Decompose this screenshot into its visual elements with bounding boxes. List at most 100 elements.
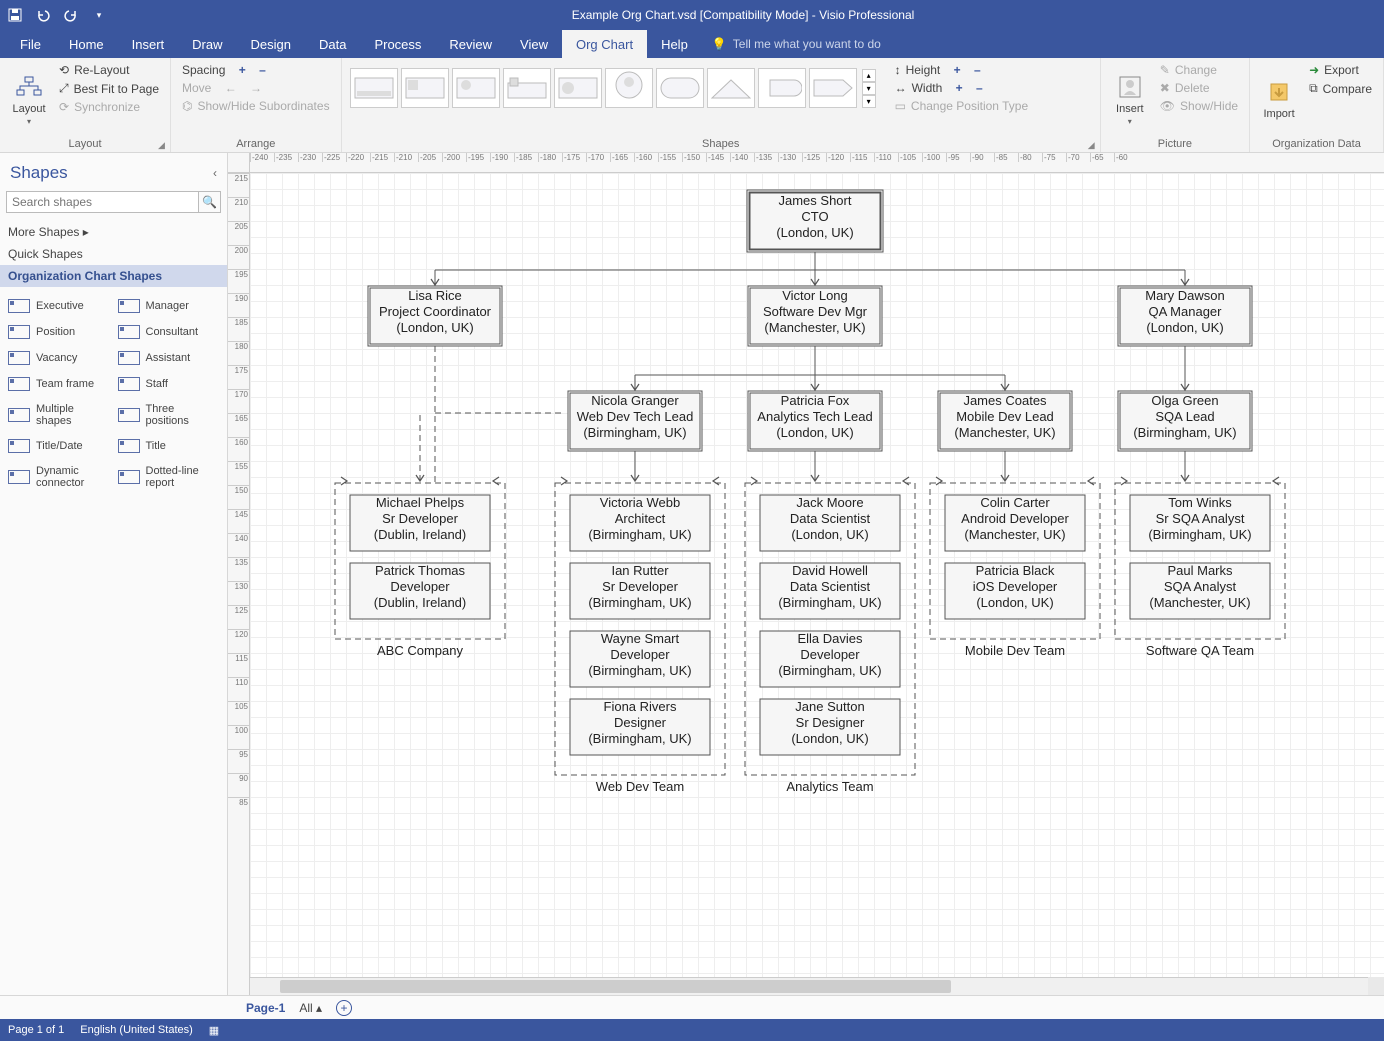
search-input[interactable] <box>6 191 199 213</box>
tab-process[interactable]: Process <box>360 30 435 58</box>
stencil-team-frame[interactable]: Team frame <box>4 371 114 397</box>
shape-style-8[interactable] <box>707 68 755 108</box>
tell-me-search[interactable]: 💡Tell me what you want to do <box>712 30 881 58</box>
width-button[interactable]: ↔Width + – <box>892 80 1032 96</box>
page-tab-1[interactable]: Page-1 <box>246 1001 285 1015</box>
shape-style-5[interactable] <box>554 68 602 108</box>
stencil-title-date[interactable]: Title/Date <box>4 433 114 459</box>
redo-icon[interactable] <box>62 6 80 24</box>
tab-review[interactable]: Review <box>435 30 506 58</box>
shape-style-9[interactable] <box>758 68 806 108</box>
org-node[interactable]: Tom WinksSr SQA Analyst(Birmingham, UK) <box>1130 495 1270 551</box>
org-node[interactable]: Jack MooreData Scientist(London, UK) <box>760 495 900 551</box>
shape-style-1[interactable] <box>350 68 398 108</box>
stencil-dynamic-connector[interactable]: Dynamic connector <box>4 459 114 495</box>
org-node[interactable]: Fiona RiversDesigner(Birmingham, UK) <box>570 699 710 755</box>
stencil-staff[interactable]: Staff <box>114 371 224 397</box>
org-node[interactable]: James CoatesMobile Dev Lead(Manchester, … <box>938 391 1072 451</box>
stencil-multiple-shapes[interactable]: Multiple shapes <box>4 397 114 433</box>
more-shapes-button[interactable]: More Shapes ▸ <box>0 221 227 243</box>
org-node[interactable]: Ella DaviesDeveloper(Birmingham, UK) <box>760 631 900 687</box>
org-node[interactable]: Mary DawsonQA Manager(London, UK) <box>1118 286 1252 346</box>
org-node[interactable]: Victoria WebbArchitect(Birmingham, UK) <box>570 495 710 551</box>
plus-icon[interactable]: + <box>239 63 246 77</box>
search-icon[interactable]: 🔍 <box>199 191 221 213</box>
qat-more-icon[interactable]: ▾ <box>90 6 108 24</box>
org-node[interactable]: Wayne SmartDeveloper(Birmingham, UK) <box>570 631 710 687</box>
best-fit-button[interactable]: ⤢Best Fit to Page <box>56 80 162 97</box>
height-button[interactable]: ↕Height + – <box>892 62 1032 78</box>
org-node[interactable]: Patricia BlackiOS Developer(London, UK) <box>945 563 1085 619</box>
org-node[interactable]: Michael PhelpsSr Developer(Dublin, Irela… <box>350 495 490 551</box>
org-node[interactable]: Patricia FoxAnalytics Tech Lead(London, … <box>748 391 882 451</box>
gallery-down-icon[interactable]: ▾ <box>862 82 876 95</box>
plus-icon[interactable]: + <box>954 63 961 77</box>
shape-style-2[interactable] <box>401 68 449 108</box>
change-position-button[interactable]: ▭Change Position Type <box>892 98 1032 114</box>
tab-design[interactable]: Design <box>237 30 305 58</box>
move-button[interactable]: Move ← → <box>179 80 333 96</box>
org-node[interactable]: Nicola GrangerWeb Dev Tech Lead(Birmingh… <box>568 391 702 451</box>
tab-home[interactable]: Home <box>55 30 118 58</box>
org-node[interactable]: Victor LongSoftware Dev Mgr(Manchester, … <box>748 286 882 346</box>
org-chart-shapes-button[interactable]: Organization Chart Shapes <box>0 265 227 287</box>
dialog-launcher-icon[interactable]: ◢ <box>158 140 168 150</box>
spacing-button[interactable]: Spacing + – <box>179 62 333 78</box>
insert-picture-button[interactable]: Insert ▾ <box>1109 62 1151 136</box>
stencil-vacancy[interactable]: Vacancy <box>4 345 114 371</box>
minus-icon[interactable]: – <box>974 63 981 77</box>
stencil-manager[interactable]: Manager <box>114 293 224 319</box>
shape-style-10[interactable] <box>809 68 857 108</box>
scrollbar-thumb[interactable] <box>280 980 951 993</box>
collapse-icon[interactable]: ‹ <box>213 166 217 180</box>
layout-button[interactable]: Layout ▾ <box>8 62 50 136</box>
import-button[interactable]: Import <box>1258 62 1300 136</box>
macro-icon[interactable]: ▦ <box>209 1024 219 1037</box>
scrollbar-horizontal[interactable] <box>250 977 1368 995</box>
org-node[interactable]: Colin CarterAndroid Developer(Manchester… <box>945 495 1085 551</box>
export-button[interactable]: ➜Export <box>1306 62 1375 78</box>
quick-shapes-button[interactable]: Quick Shapes <box>0 243 227 265</box>
stencil-dotted-line-report[interactable]: Dotted-line report <box>114 459 224 495</box>
add-page-button[interactable]: + <box>336 1000 352 1016</box>
shape-style-3[interactable] <box>452 68 500 108</box>
gallery-up-icon[interactable]: ▴ <box>862 69 876 82</box>
stencil-position[interactable]: Position <box>4 319 114 345</box>
org-node[interactable]: Jane SuttonSr Designer(London, UK) <box>760 699 900 755</box>
stencil-assistant[interactable]: Assistant <box>114 345 224 371</box>
tab-insert[interactable]: Insert <box>118 30 179 58</box>
show-hide-sub-button[interactable]: ⌬Show/Hide Subordinates <box>179 98 333 114</box>
stencil-executive[interactable]: Executive <box>4 293 114 319</box>
org-node[interactable]: Paul MarksSQA Analyst(Manchester, UK) <box>1130 563 1270 619</box>
tab-view[interactable]: View <box>506 30 562 58</box>
save-icon[interactable] <box>6 6 24 24</box>
undo-icon[interactable] <box>34 6 52 24</box>
gallery-more-icon[interactable]: ▾ <box>862 95 876 108</box>
minus-icon[interactable]: – <box>976 81 983 95</box>
tab-draw[interactable]: Draw <box>178 30 236 58</box>
shape-style-6[interactable] <box>605 68 653 108</box>
page-all-button[interactable]: All ▴ <box>299 1001 322 1015</box>
relayout-button[interactable]: ⟲Re-Layout <box>56 62 162 78</box>
tab-help[interactable]: Help <box>647 30 702 58</box>
compare-button[interactable]: ⧉Compare <box>1306 80 1375 97</box>
org-node[interactable]: Lisa RiceProject Coordinator(London, UK) <box>368 286 502 346</box>
shape-style-7[interactable] <box>656 68 704 108</box>
stencil-title[interactable]: Title <box>114 433 224 459</box>
org-node[interactable]: Ian RutterSr Developer(Birmingham, UK) <box>570 563 710 619</box>
shape-style-4[interactable] <box>503 68 551 108</box>
synchronize-button[interactable]: ⟳Synchronize <box>56 99 162 115</box>
delete-picture-button[interactable]: ✖Delete <box>1157 80 1241 96</box>
drawing-canvas[interactable]: James ShortCTO(London, UK) Lisa RiceProje… <box>250 173 1384 977</box>
show-hide-picture-button[interactable]: 👁Show/Hide <box>1157 98 1241 114</box>
org-node[interactable]: David HowellData Scientist(Birmingham, U… <box>760 563 900 619</box>
tab-file[interactable]: File <box>6 30 55 58</box>
plus-icon[interactable]: + <box>956 81 963 95</box>
stencil-three-positions[interactable]: Three positions <box>114 397 224 433</box>
org-chart[interactable]: James ShortCTO(London, UK) Lisa RiceProje… <box>250 173 1380 893</box>
org-node[interactable]: James ShortCTO(London, UK) <box>747 190 883 252</box>
dialog-launcher-icon[interactable]: ◢ <box>1088 140 1098 150</box>
org-node[interactable]: Olga GreenSQA Lead(Birmingham, UK) <box>1118 391 1252 451</box>
change-picture-button[interactable]: ✎Change <box>1157 62 1241 78</box>
stencil-consultant[interactable]: Consultant <box>114 319 224 345</box>
